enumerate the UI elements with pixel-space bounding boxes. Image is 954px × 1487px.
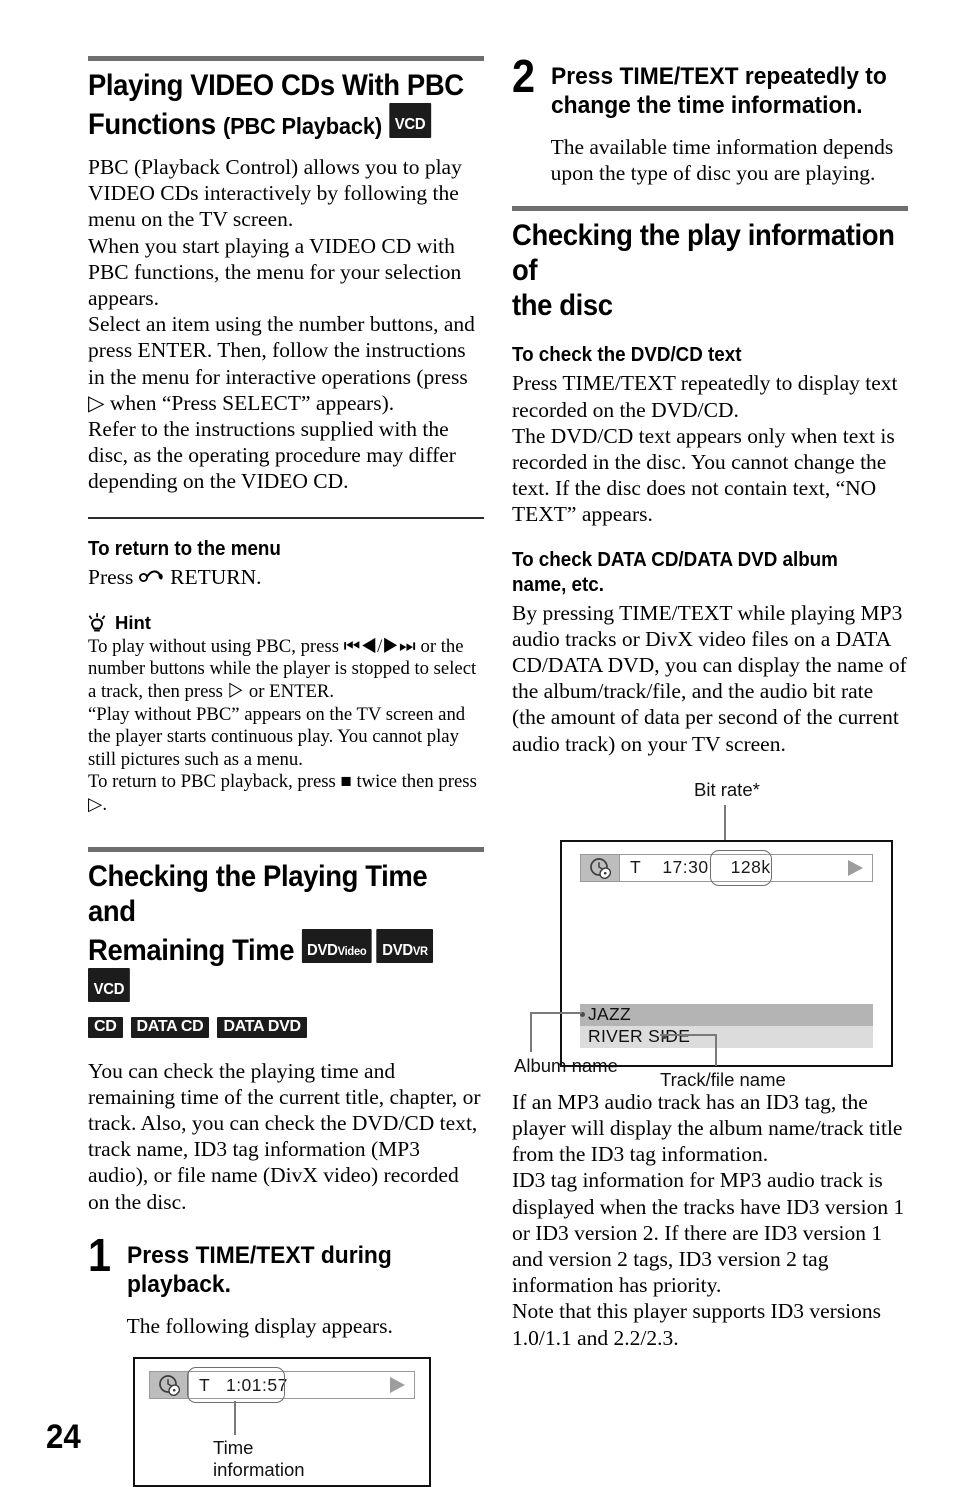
section-heading-pbc: Playing VIDEO CDs With PBC Functions (PB… — [88, 68, 482, 144]
badge-vcd-2: VCD — [88, 967, 130, 1003]
badge-data-dvd: DATA DVD — [217, 1016, 307, 1038]
subheading-data-album: To check DATA CD/DATA DVD album name, et… — [512, 548, 907, 598]
badge-dvd-vr: DVDVR — [376, 928, 434, 964]
section-rule — [88, 56, 484, 61]
right-column: 2 Press TIME/TEXT repeatedly to change t… — [512, 50, 908, 1351]
step-1-title: Press TIME/TEXT during playback. — [126, 1241, 392, 1298]
hint-header: Hint — [88, 612, 484, 634]
step-2-title: Press TIME/TEXT repeatedly to change the… — [551, 62, 908, 120]
album-name-row: JAZZ — [580, 1003, 873, 1026]
lightbulb-icon — [88, 612, 106, 634]
album-leader-horizontal — [530, 1011, 582, 1014]
pbc-paragraph-2: When you start playing a VIDEO CD with P… — [88, 233, 462, 311]
osd-bar-2: T 17:30 128k — [580, 853, 873, 882]
heading2-line-1: Checking the Playing Time and — [88, 859, 428, 928]
tv-screen-2: T 17:30 128k JAZZ RIVER SIDE — [560, 839, 893, 1067]
pbc-paragraph-4: Refer to the instructions supplied with … — [88, 417, 456, 494]
id3-paragraph-3: Note that this player supports ID3 versi… — [512, 1299, 882, 1350]
hint-line-3: To return to PBC playback, press ■ twice… — [88, 771, 477, 815]
id3-paragraph-2: ID3 tag information for MP3 audio track … — [512, 1168, 905, 1298]
badge-vcd: VCD — [389, 103, 431, 138]
play-triangle-icon — [390, 1377, 405, 1394]
badge-dvd-video: DVDVideo — [301, 928, 372, 964]
heading-line-2-small: (PBC Playback) — [222, 113, 382, 139]
bit-rate-leader-line — [724, 804, 726, 840]
subheading-data-album-line2: name, etc. — [512, 573, 604, 596]
figure-data-display: Bit rate* T 17:30 128k JAZZ RIVER SIDE A… — [512, 778, 908, 1090]
heading-line-1: Playing VIDEO CDs With PBC — [88, 69, 464, 102]
track-leader-horizontal — [660, 1033, 717, 1036]
hint-line-1: To play without using PBC, press ⏮◀/▶⏭ o… — [88, 635, 477, 703]
step-1-text: The following display appears. — [126, 1313, 393, 1338]
playing-time-paragraph: You can check the playing time and remai… — [88, 1058, 481, 1214]
osd-time-text-2: T 17:30 — [630, 857, 709, 878]
osd-bar-1: T 1:01:57 — [149, 1371, 415, 1400]
figure-time-display: T 1:01:57 Time information — [88, 1357, 484, 1487]
subheading-return-to-menu: To return to the menu — [88, 537, 281, 560]
track-leader-vertical — [715, 1033, 717, 1066]
heading2-line-2: Remaining Time — [88, 933, 295, 967]
return-menu-text: Press RETURN. — [88, 564, 484, 592]
section-rule-3 — [512, 206, 908, 212]
subheading-dvd-cd-text: To check the DVD/CD text — [512, 344, 742, 367]
osd-time-text-1: T 1:01:57 — [199, 1374, 288, 1395]
step-2-title-line2: change the time information. — [550, 92, 863, 119]
time-leader-line — [234, 1401, 236, 1436]
step-2: 2 Press TIME/TEXT repeatedly to change t… — [512, 50, 908, 186]
heading3-line-1: Checking the play information of — [512, 219, 895, 288]
left-column: Playing VIDEO CDs With PBC Functions (PB… — [88, 56, 484, 1487]
hint-label: Hint — [115, 611, 151, 633]
divider — [88, 516, 484, 519]
badge-row-secondary: CD DATA CD DATA DVD — [88, 1016, 484, 1038]
pbc-paragraph-1: PBC (Playback Control) allows you to pla… — [88, 155, 462, 232]
section-rule-2 — [88, 846, 484, 852]
section-heading-playing-time: Checking the Playing Time and Remaining … — [88, 859, 482, 1007]
badge-cd: CD — [88, 1016, 123, 1038]
step-2-text: The available time information depends u… — [550, 135, 894, 186]
heading3-line-2: the disc — [512, 289, 613, 323]
clock-disc-icon — [581, 854, 620, 881]
osd-bitrate-text: 128k — [730, 857, 771, 878]
step-2-number: 2 — [512, 50, 536, 102]
dvd-cd-text-paragraph-1: Press TIME/TEXT repeatedly to display te… — [512, 371, 898, 422]
subheading-data-album-line1: To check DATA CD/DATA DVD album — [512, 548, 838, 571]
step-1-number: 1 — [88, 1228, 112, 1281]
return-arrow-glyph — [138, 570, 163, 582]
return-arrow-icon — [138, 566, 165, 592]
data-album-paragraph: By pressing TIME/TEXT while playing MP3 … — [512, 600, 907, 756]
hint-line-2: “Play without PBC” appears on the TV scr… — [88, 703, 466, 770]
track-name-row: RIVER SIDE — [580, 1025, 873, 1048]
time-label-line2: information — [213, 1459, 305, 1481]
step-1: 1 Press TIME/TEXT during playback. The f… — [88, 1228, 484, 1339]
pbc-paragraph-3: Select an item using the number buttons,… — [88, 312, 475, 415]
play-triangle-icon — [848, 859, 863, 876]
page-number: 24 — [46, 1418, 81, 1456]
time-label-line1: Time — [213, 1437, 254, 1459]
time-information-label: Time information — [213, 1437, 305, 1481]
album-name-value: JAZZ — [588, 1004, 632, 1025]
clock-disc-icon — [150, 1372, 189, 1399]
track-file-name-label: Track/file name — [660, 1068, 786, 1090]
heading-line-2: Functions — [88, 108, 216, 141]
id3-paragraph-1: If an MP3 audio track has an ID3 tag, th… — [512, 1089, 903, 1167]
bit-rate-label: Bit rate* — [694, 778, 760, 800]
album-name-label: Album name — [514, 1054, 618, 1076]
section-heading-play-info: Checking the play information of the dis… — [512, 218, 906, 323]
manual-page: Playing VIDEO CDs With PBC Functions (PB… — [0, 0, 954, 1487]
album-leader-vertical — [530, 1011, 532, 1052]
dvd-cd-text-paragraph-2: The DVD/CD text appears only when text i… — [512, 423, 895, 527]
step-2-title-line1: Press TIME/TEXT repeatedly to — [550, 63, 887, 90]
badge-data-cd: DATA CD — [130, 1016, 210, 1038]
track-name-value: RIVER SIDE — [588, 1026, 691, 1047]
